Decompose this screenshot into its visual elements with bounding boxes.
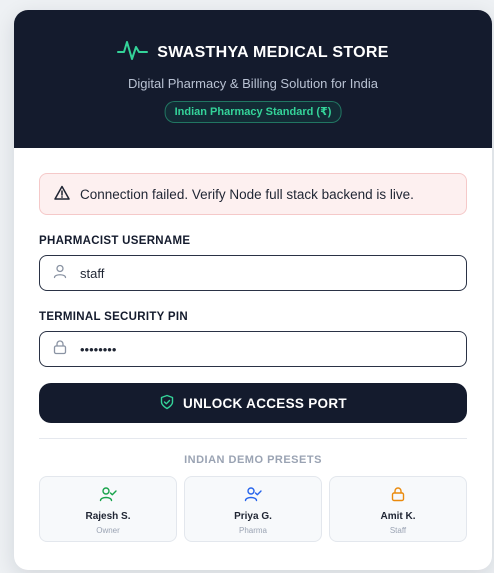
login-card: SWASTHYA MEDICAL STORE Digital Pharmacy … (14, 10, 492, 570)
preset-name: Amit K. (380, 511, 416, 522)
presets-list: Rajesh S. Owner Priya G. Pharma Amit K. … (39, 476, 467, 542)
warning-icon (54, 185, 70, 204)
unlock-button[interactable]: UNLOCK ACCESS PORT (39, 383, 467, 423)
error-alert: Connection failed. Verify Node full stac… (39, 173, 467, 215)
shield-check-icon (159, 394, 175, 413)
preset-amit[interactable]: Amit K. Staff (329, 476, 467, 542)
alert-message: Connection failed. Verify Node full stac… (80, 186, 414, 202)
presets-title: INDIAN DEMO PRESETS (184, 454, 322, 466)
preset-name: Priya G. (234, 511, 272, 522)
divider (39, 438, 467, 439)
lock-icon (52, 339, 68, 360)
header: SWASTHYA MEDICAL STORE Digital Pharmacy … (14, 10, 492, 148)
username-field-wrapper (39, 255, 467, 291)
standard-badge: Indian Pharmacy Standard (₹) (164, 101, 342, 123)
user-icon (52, 263, 68, 284)
username-label: PHARMACIST USERNAME (39, 235, 191, 247)
app-subtitle: Digital Pharmacy & Billing Solution for … (127, 76, 378, 91)
lock-icon (390, 487, 406, 506)
user-check-icon (244, 487, 262, 506)
preset-role: Staff (389, 526, 407, 535)
preset-role: Pharma (238, 526, 267, 535)
username-input[interactable] (78, 264, 454, 282)
pin-input[interactable] (78, 340, 454, 358)
pin-field-wrapper (39, 331, 467, 367)
app-title: SWASTHYA MEDICAL STORE (157, 43, 389, 61)
preset-priya[interactable]: Priya G. Pharma (184, 476, 322, 542)
preset-role: Owner (96, 526, 120, 535)
unlock-button-label: UNLOCK ACCESS PORT (183, 395, 347, 411)
form-body: Connection failed. Verify Node full stac… (14, 148, 492, 542)
pin-label: TERMINAL SECURITY PIN (39, 311, 188, 323)
brand: SWASTHYA MEDICAL STORE (14, 38, 492, 67)
preset-rajesh[interactable]: Rajesh S. Owner (39, 476, 177, 542)
user-check-icon (99, 487, 117, 506)
pulse-icon (117, 38, 149, 67)
preset-name: Rajesh S. (85, 511, 131, 522)
